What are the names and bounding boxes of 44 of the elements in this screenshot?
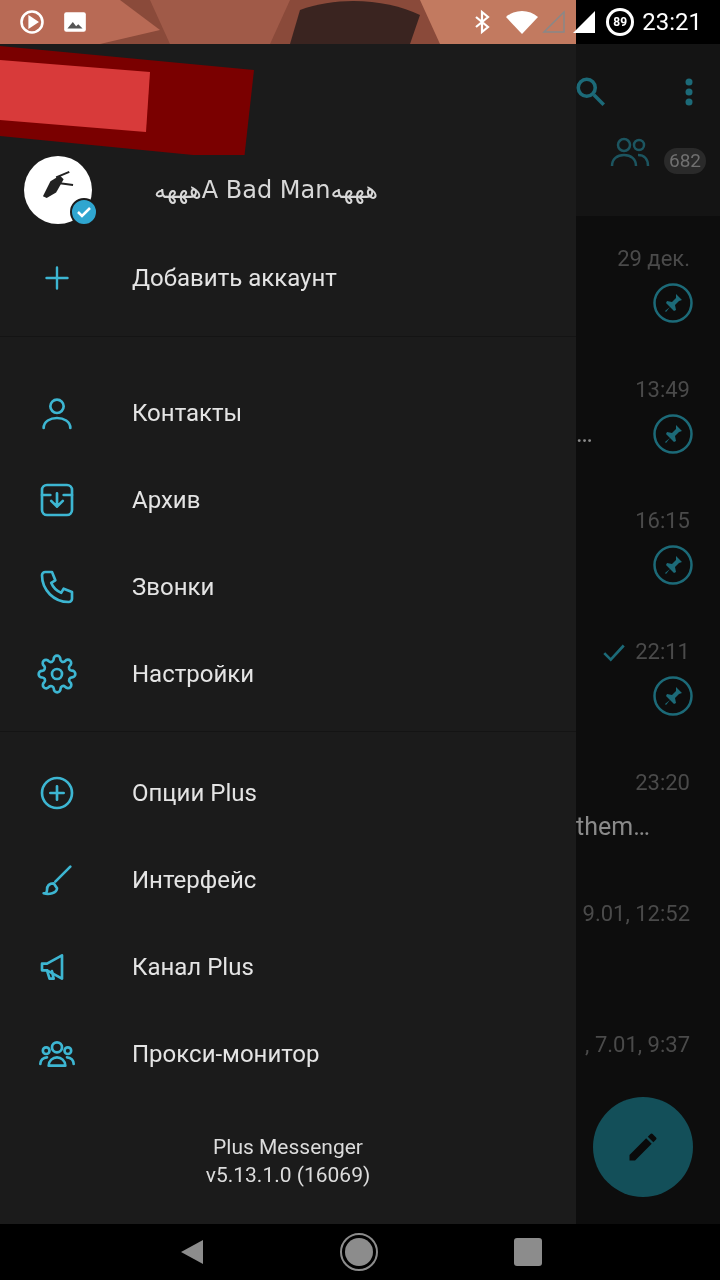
menu-item-label: Опции Plus xyxy=(132,777,257,809)
search-icon[interactable] xyxy=(574,75,608,109)
add-account-label: Добавить аккаунт xyxy=(132,263,337,294)
menu-item-label: Прокси-монитор xyxy=(132,1038,320,1070)
menu-item-label: Контакты xyxy=(132,397,243,429)
menu-item-label: Звонки xyxy=(132,571,215,603)
image-icon xyxy=(62,9,88,35)
menu-item[interactable]: Канал Plus xyxy=(0,923,576,1010)
menu-item[interactable]: Звонки xyxy=(0,543,576,630)
menu-item-label: Интерфейс xyxy=(132,864,257,896)
account-name: ههههA Bad Manهههه xyxy=(154,175,379,206)
menu-item[interactable]: Контакты xyxy=(0,369,576,456)
chat-time: 29 дек. xyxy=(617,245,690,273)
play-circle-icon xyxy=(18,8,46,36)
footer-text: v5.13.1.0 (16069) xyxy=(205,1162,371,1189)
chat-time: , 7.01, 9:37 xyxy=(585,1031,690,1059)
clock: 23:21 xyxy=(642,7,702,38)
signal-icon xyxy=(572,10,597,34)
settings-icon xyxy=(37,653,77,694)
chat-time: 13:49 xyxy=(635,376,690,404)
signal-icon xyxy=(542,10,567,34)
menu-item-label: Канал Plus xyxy=(132,951,254,983)
menu-item[interactable]: Настройки xyxy=(0,630,576,717)
chat-time: 22:11 xyxy=(635,638,690,666)
wifi-icon xyxy=(506,10,539,34)
menu-item[interactable]: Архив xyxy=(0,456,576,543)
menu-item[interactable]: Опции Plus xyxy=(0,749,576,836)
menu-item[interactable]: Интерфейс xyxy=(0,836,576,923)
menu-item-label: Архив xyxy=(132,484,201,516)
menu-item[interactable]: Прокси-монитор xyxy=(0,1010,576,1097)
badge: 682 xyxy=(664,148,707,174)
chat-row[interactable]: 13:49 … xyxy=(576,347,720,478)
chat-time: 9.01, 12:52 xyxy=(582,900,690,928)
message-preview: them… xyxy=(576,812,650,842)
home-icon[interactable] xyxy=(339,1232,379,1272)
chat-time: 16:15 xyxy=(635,507,690,535)
chat-time: 23:20 xyxy=(635,769,690,797)
menu-icon[interactable] xyxy=(685,78,693,106)
menu-item-label: Настройки xyxy=(132,658,255,690)
footer-text: Plus Messenger xyxy=(213,1134,363,1161)
message-preview: … xyxy=(576,419,593,449)
recents-icon[interactable] xyxy=(513,1237,543,1267)
chat-row[interactable]: 23:20 them… xyxy=(576,740,720,871)
add-account-item[interactable]: Добавить аккаунт xyxy=(0,235,576,321)
